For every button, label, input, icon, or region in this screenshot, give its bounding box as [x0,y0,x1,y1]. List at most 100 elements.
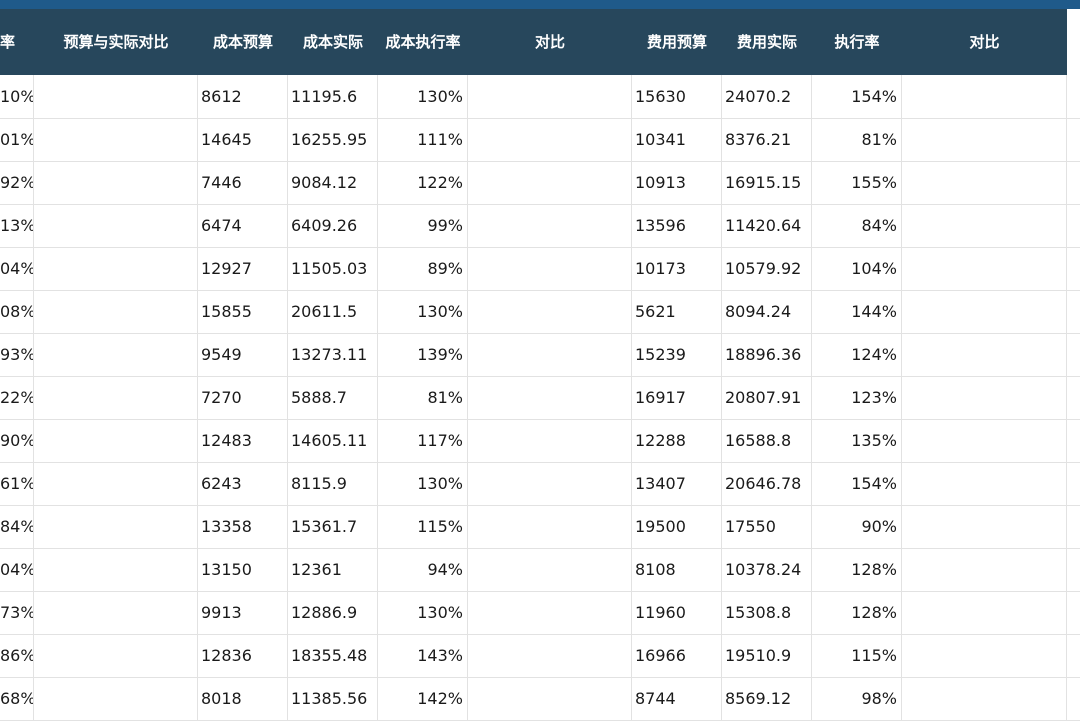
cell-fee-actual[interactable]: 8569.12 [722,677,812,720]
cell-compare-fee[interactable] [902,118,1067,161]
cell-fee-budget[interactable]: 13596 [632,204,722,247]
cell-compare-cost[interactable] [468,634,632,677]
cell-compare-fee[interactable] [902,505,1067,548]
cell-compare-cost[interactable] [468,419,632,462]
cell-compare-fee[interactable] [902,591,1067,634]
cell-fee-actual[interactable]: 16915.15 [722,161,812,204]
cell-rate[interactable]: 22% [0,376,34,419]
cell-compare-fee[interactable] [902,677,1067,720]
cell-rate[interactable]: 13% [0,204,34,247]
cell-cost-budget[interactable]: 14645 [198,118,288,161]
cell-compare-cost[interactable] [468,75,632,118]
cell-fee-exec-rate[interactable]: 115% [812,634,902,677]
cell-rate[interactable]: 04% [0,548,34,591]
cell-rate[interactable]: 08% [0,290,34,333]
cell-fee-budget[interactable]: 13407 [632,462,722,505]
cell-compare-fee[interactable] [902,333,1067,376]
cell-compare-cost[interactable] [468,548,632,591]
header-fee-exec-rate[interactable]: 执行率 [812,9,902,75]
cell-fee-exec-rate[interactable]: 104% [812,247,902,290]
cell-budget-vs-actual[interactable] [34,290,198,333]
cell-rate[interactable]: 61% [0,462,34,505]
cell-cost-budget[interactable]: 12483 [198,419,288,462]
cell-cost-budget[interactable]: 9549 [198,333,288,376]
cell-compare-cost[interactable] [468,677,632,720]
cell-fee-exec-rate[interactable]: 123% [812,376,902,419]
header-fee-budget[interactable]: 费用预算 [632,9,722,75]
cell-cost-exec-rate[interactable]: 111% [378,118,468,161]
cell-cost-exec-rate[interactable]: 122% [378,161,468,204]
cell-cost-exec-rate[interactable]: 89% [378,247,468,290]
cell-compare-fee[interactable] [902,161,1067,204]
cell-rate[interactable]: 04% [0,247,34,290]
cell-fee-budget[interactable]: 16917 [632,376,722,419]
cell-budget-vs-actual[interactable] [34,333,198,376]
cell-cost-actual[interactable]: 15361.7 [288,505,378,548]
cell-fee-actual[interactable]: 10579.92 [722,247,812,290]
cell-fee-budget[interactable]: 12288 [632,419,722,462]
cell-fee-exec-rate[interactable]: 144% [812,290,902,333]
cell-rate[interactable]: 90% [0,419,34,462]
cell-cost-budget[interactable]: 12927 [198,247,288,290]
cell-cost-exec-rate[interactable]: 81% [378,376,468,419]
cell-fee-actual[interactable]: 8094.24 [722,290,812,333]
cell-cost-actual[interactable]: 16255.95 [288,118,378,161]
cell-fee-exec-rate[interactable]: 128% [812,548,902,591]
cell-cost-exec-rate[interactable]: 143% [378,634,468,677]
cell-cost-budget[interactable]: 13358 [198,505,288,548]
cell-fee-actual[interactable]: 11420.64 [722,204,812,247]
cell-budget-vs-actual[interactable] [34,505,198,548]
cell-cost-budget[interactable]: 6474 [198,204,288,247]
header-compare-fee[interactable]: 对比 [902,9,1067,75]
cell-fee-budget[interactable]: 10913 [632,161,722,204]
cell-compare-fee[interactable] [902,419,1067,462]
cell-cost-budget[interactable]: 13150 [198,548,288,591]
cell-fee-budget[interactable]: 10341 [632,118,722,161]
cell-rate[interactable]: 73% [0,591,34,634]
cell-compare-fee[interactable] [902,548,1067,591]
cell-fee-actual[interactable]: 19510.9 [722,634,812,677]
cell-fee-budget[interactable]: 8108 [632,548,722,591]
cell-cost-exec-rate[interactable]: 139% [378,333,468,376]
cell-fee-exec-rate[interactable]: 155% [812,161,902,204]
cell-cost-exec-rate[interactable]: 130% [378,290,468,333]
cell-fee-budget[interactable]: 5621 [632,290,722,333]
cell-cost-actual[interactable]: 11505.03 [288,247,378,290]
cell-compare-cost[interactable] [468,591,632,634]
cell-cost-budget[interactable]: 9913 [198,591,288,634]
cell-fee-budget[interactable]: 16966 [632,634,722,677]
header-cost-actual[interactable]: 成本实际 [288,9,378,75]
header-compare-cost[interactable]: 对比 [468,9,632,75]
cell-fee-exec-rate[interactable]: 98% [812,677,902,720]
cell-compare-fee[interactable] [902,247,1067,290]
cell-compare-cost[interactable] [468,505,632,548]
cell-rate[interactable]: 68% [0,677,34,720]
cell-cost-actual[interactable]: 14605.11 [288,419,378,462]
cell-rate[interactable]: 10% [0,75,34,118]
cell-fee-actual[interactable]: 10378.24 [722,548,812,591]
cell-cost-actual[interactable]: 6409.26 [288,204,378,247]
cell-cost-exec-rate[interactable]: 130% [378,75,468,118]
cell-cost-actual[interactable]: 18355.48 [288,634,378,677]
cell-cost-exec-rate[interactable]: 142% [378,677,468,720]
cell-fee-exec-rate[interactable]: 124% [812,333,902,376]
cell-budget-vs-actual[interactable] [34,634,198,677]
cell-fee-exec-rate[interactable]: 135% [812,419,902,462]
cell-budget-vs-actual[interactable] [34,376,198,419]
cell-compare-cost[interactable] [468,161,632,204]
cell-cost-actual[interactable]: 8115.9 [288,462,378,505]
cell-cost-exec-rate[interactable]: 99% [378,204,468,247]
cell-compare-fee[interactable] [902,204,1067,247]
cell-cost-exec-rate[interactable]: 117% [378,419,468,462]
cell-cost-actual[interactable]: 11385.56 [288,677,378,720]
cell-compare-fee[interactable] [902,290,1067,333]
cell-fee-actual[interactable]: 24070.2 [722,75,812,118]
cell-compare-cost[interactable] [468,376,632,419]
cell-fee-budget[interactable]: 15630 [632,75,722,118]
cell-compare-cost[interactable] [468,204,632,247]
cell-budget-vs-actual[interactable] [34,548,198,591]
cell-fee-actual[interactable]: 8376.21 [722,118,812,161]
header-fee-actual[interactable]: 费用实际 [722,9,812,75]
cell-rate[interactable]: 92% [0,161,34,204]
cell-fee-exec-rate[interactable]: 154% [812,75,902,118]
